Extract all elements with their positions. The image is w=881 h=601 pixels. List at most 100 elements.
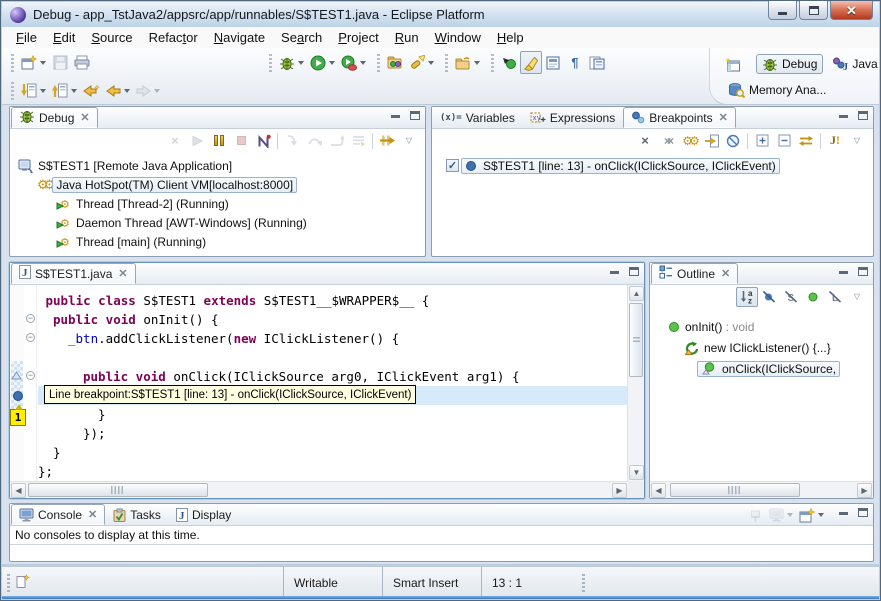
scroll-right-icon[interactable]: ▶ [612,483,627,498]
code-line[interactable]: public void onInit() { [38,310,627,329]
next-annotation-button[interactable] [18,79,49,102]
breakpoint-item[interactable]: ✓S$TEST1 [line: 13] - onClick(IClickSour… [432,156,873,175]
view-menu-button[interactable]: ▽ [846,131,868,151]
code-line[interactable] [38,348,627,367]
maximize-view-button[interactable] [856,111,869,122]
menu-window[interactable]: Window [427,28,489,47]
step-return-button[interactable] [325,131,347,151]
step-over-button[interactable] [303,131,325,151]
pin-console-button[interactable] [744,504,766,527]
outline-item[interactable]: new IClickListener() {...} [650,337,873,358]
dropdown-arrow-icon[interactable] [71,89,77,93]
maximize-button[interactable] [799,1,828,20]
collapse-fold-icon[interactable]: − [26,333,35,342]
debug-tree-item[interactable]: ⚙Thread [main] (Running) [10,232,425,251]
minimize-view-button[interactable] [837,111,850,122]
debug-tree-item[interactable]: ⚙⚙Java HotSpot(TM) Client VM[localhost:8… [10,175,425,194]
title-bar[interactable]: Debug - app_TstJava2/appsrc/app/runnable… [2,2,879,27]
menu-project[interactable]: Project [330,28,386,47]
debug-tree-item[interactable]: ⚙Daemon Thread [AWT-Windows] (Running) [10,213,425,232]
code-area[interactable]: public class S$TEST1 extends S$TEST1__$W… [38,285,627,481]
use-step-filters-button[interactable] [376,131,398,151]
search-button[interactable] [406,51,437,74]
collapse-fold-icon[interactable]: − [26,371,35,380]
scroll-right-icon[interactable]: ▶ [857,483,872,498]
fast-view-icon[interactable] [15,574,30,595]
dropdown-arrow-icon[interactable] [298,61,304,65]
terminate-button[interactable] [230,131,252,151]
vertical-scrollbar[interactable]: ▲ ▼ [627,285,644,481]
tab-variables[interactable]: (x)=Variables [433,107,522,128]
dropdown-arrow-icon[interactable] [154,89,160,93]
print-button[interactable] [71,51,93,74]
show-selected-element-button[interactable] [542,51,564,74]
menu-navigate[interactable]: Navigate [206,28,273,47]
collapse-all-button[interactable] [773,131,795,151]
tab-debug[interactable]: Debug ✕ [11,107,98,128]
minimize-view-button[interactable] [837,508,850,519]
dropdown-arrow-icon[interactable] [40,61,46,65]
hide-non-public-members-button[interactable] [802,287,824,307]
code-line[interactable]: } [38,405,627,424]
code-line[interactable]: _btn.addClickListener(new IClickListener… [38,329,627,348]
open-type-button[interactable] [384,51,406,74]
close-button[interactable]: ✕ [830,1,873,20]
link-with-debug-view-button[interactable] [795,131,817,151]
maximize-view-button[interactable] [408,111,421,122]
scrollbar-thumb[interactable] [28,483,208,497]
new-wizard-button[interactable] [18,51,49,74]
scroll-left-icon[interactable]: ◀ [11,483,26,498]
menu-source[interactable]: Source [83,28,140,47]
outline-item[interactable]: onClick(IClickSource, [650,358,873,379]
tab-editor-file[interactable]: J S$TEST1.java ✕ [11,263,136,284]
collapse-fold-icon[interactable]: − [26,314,35,323]
run-last-launch-button[interactable] [338,51,369,74]
view-menu-button[interactable]: ▽ [398,131,420,151]
back-button[interactable] [103,79,133,102]
maximize-view-button[interactable] [856,267,869,278]
instruction-stepping-button[interactable] [347,131,369,151]
last-edit-location-button[interactable] [80,79,103,102]
dropdown-arrow-icon[interactable] [360,61,366,65]
open-perspective-button[interactable] [722,53,744,76]
menu-file[interactable]: File [8,28,45,47]
hide-fields-button[interactable] [758,287,780,307]
debug-tree-item[interactable]: ⚙Thread [Thread-2] (Running) [10,194,425,213]
sort-button[interactable]: az [736,287,758,307]
display-selected-console-button[interactable] [766,504,796,527]
dropdown-arrow-icon[interactable] [818,513,824,517]
menu-refactor[interactable]: Refactor [141,28,206,47]
close-icon[interactable]: ✕ [118,267,127,280]
maximize-view-button[interactable] [856,508,869,519]
open-console-button[interactable] [796,504,827,527]
close-icon[interactable]: ✕ [80,111,89,124]
code-line[interactable]: } [38,443,627,462]
close-icon[interactable]: ✕ [721,267,730,280]
annotation-ruler[interactable]: 1 [10,285,24,481]
code-line[interactable]: }; [38,462,627,481]
code-line[interactable]: }); [38,424,627,443]
minimize-view-button[interactable] [608,267,621,278]
view-menu-button[interactable]: ▽ [846,287,868,307]
remove-breakpoint-button[interactable]: × [634,131,656,151]
mark-occurrences-button[interactable] [520,51,542,74]
skip-all-breakpoints-button[interactable] [722,131,744,151]
menu-edit[interactable]: Edit [45,28,83,47]
breakpoint-checkbox[interactable]: ✓ [446,159,459,172]
show-supported-breakpoints-button[interactable]: ⚙⚙ [678,131,700,151]
tab-display[interactable]: JDisplay [169,504,238,525]
perspective-memory-analysis[interactable]: Memory Ana... [722,79,832,101]
perspective-java[interactable]: JJava [826,53,881,75]
scrollbar-thumb[interactable] [629,303,643,377]
code-line[interactable]: public void onClick(IClickSource arg0, I… [38,367,627,386]
disconnect-button[interactable] [252,131,274,151]
code-line[interactable]: public class S$TEST1 extends S$TEST1__$W… [38,291,627,310]
tab-breakpoints[interactable]: Breakpoints✕ [623,107,736,128]
remove-all-breakpoints-button[interactable]: ×× [656,131,678,151]
outline-item[interactable]: onInit() : void [650,316,873,337]
show-whitespace-button[interactable]: ¶ [564,51,586,74]
maximize-view-button[interactable] [627,267,640,278]
tab-outline[interactable]: Outline ✕ [651,263,738,284]
scrollbar-thumb[interactable] [670,483,800,497]
dropdown-arrow-icon[interactable] [40,89,46,93]
